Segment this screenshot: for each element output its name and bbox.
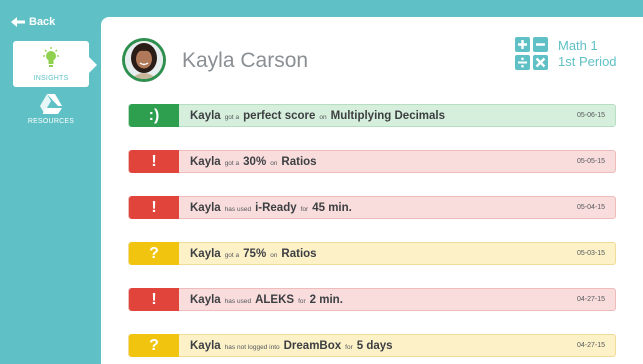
insight-student: Kayla	[190, 339, 221, 352]
insight-student: Kayla	[190, 293, 221, 306]
insight-verb: got a	[224, 159, 240, 167]
insight-date: 04-27-15	[576, 342, 605, 349]
lightbulb-icon	[43, 47, 59, 67]
sidebar-item-label: INSIGHTS	[33, 75, 69, 82]
sidebar: Back INSIGHTS RESOURCES	[0, 0, 101, 364]
insight-target: Multiplying Decimals	[330, 109, 446, 122]
insight-target: 45 min.	[312, 201, 352, 214]
insight-value: ALEKS	[255, 293, 295, 306]
insight-text: Kayla got a perfect score on Multiplying Dec…	[179, 110, 445, 122]
back-button[interactable]: Back	[11, 16, 55, 28]
insight-row[interactable]: ! Kayla has used i-Ready for 45 min. 05-04-15	[128, 196, 616, 219]
insight-student: Kayla	[190, 201, 221, 214]
class-period[interactable]: 1st Period	[558, 54, 617, 70]
student-name: Kayla Carson	[182, 49, 309, 72]
insight-text: Kayla has not logged into DreamBox for 5 day…	[179, 340, 393, 352]
insight-row[interactable]: :) Kayla got a perfect score on Multiplying D…	[128, 104, 616, 127]
insight-value: perfect score	[243, 109, 316, 122]
insight-prep: for	[300, 205, 309, 213]
insight-prep: on	[319, 113, 327, 121]
student-photo-icon	[125, 41, 163, 79]
insight-target: 5 days	[356, 339, 393, 352]
insight-verb: has used	[224, 205, 252, 213]
insight-date: 05-03-15	[576, 250, 605, 257]
insight-date: 04-27-15	[576, 296, 605, 303]
insight-text: Kayla got a 30% on Ratios	[179, 156, 317, 168]
insight-row[interactable]: ? Kayla got a 75% on Ratios 05-03-15	[128, 242, 616, 265]
insight-date: 05-05-15	[576, 158, 605, 165]
insight-prep: on	[270, 251, 278, 259]
insight-text: Kayla has used ALEKS for 2 min.	[179, 294, 343, 306]
sidebar-item-resources[interactable]: RESOURCES	[13, 92, 89, 132]
insight-date: 05-04-15	[576, 204, 605, 211]
insight-value: 75%	[243, 247, 267, 260]
insight-row[interactable]: ! Kayla has used ALEKS for 2 min. 04-27-15	[128, 288, 616, 311]
calculator-icon	[515, 37, 548, 70]
insight-value: DreamBox	[283, 339, 342, 352]
avatar	[122, 38, 166, 82]
status-badge: ?	[129, 242, 179, 265]
insight-text: Kayla got a 75% on Ratios	[179, 248, 317, 260]
insight-target: Ratios	[281, 155, 317, 168]
status-badge: :)	[129, 104, 179, 127]
insight-value: i-Ready	[255, 201, 297, 214]
insight-verb: got a	[224, 251, 240, 259]
sidebar-item-insights[interactable]: INSIGHTS	[13, 41, 97, 87]
insight-row[interactable]: ! Kayla got a 30% on Ratios 05-05-15	[128, 150, 616, 173]
insight-text: Kayla has used i-Ready for 45 min.	[179, 202, 352, 214]
insight-verb: has used	[224, 297, 252, 305]
insight-date: 05-06-15	[576, 112, 605, 119]
insight-value: 30%	[243, 155, 267, 168]
insights-feed: :) Kayla got a perfect score on Multiplying D…	[128, 104, 616, 364]
insight-row[interactable]: ? Kayla has not logged into DreamBox for 5 da…	[128, 334, 616, 357]
back-label: Back	[29, 16, 56, 28]
insight-student: Kayla	[190, 247, 221, 260]
status-badge: !	[129, 288, 179, 311]
insight-verb: has not logged into	[224, 343, 280, 351]
insight-student: Kayla	[190, 109, 221, 122]
insight-student: Kayla	[190, 155, 221, 168]
insight-verb: got a	[224, 113, 240, 121]
sidebar-item-label: RESOURCES	[27, 118, 75, 125]
status-badge: ?	[129, 334, 179, 357]
status-badge: !	[129, 150, 179, 173]
insight-prep: for	[345, 343, 353, 351]
arrow-left-icon	[11, 17, 25, 27]
app-frame: Back INSIGHTS RESOURCES Kayla Carson Mat…	[0, 0, 643, 364]
insight-target: Ratios	[281, 247, 317, 260]
insight-prep: for	[298, 297, 306, 305]
main-panel: Kayla Carson Math 1 1st Period :) Kayla go…	[101, 17, 643, 364]
insight-target: 2 min.	[309, 293, 343, 306]
drive-icon	[40, 94, 62, 114]
insight-prep: on	[270, 159, 278, 167]
status-badge: !	[129, 196, 179, 219]
class-name[interactable]: Math 1	[558, 38, 598, 54]
